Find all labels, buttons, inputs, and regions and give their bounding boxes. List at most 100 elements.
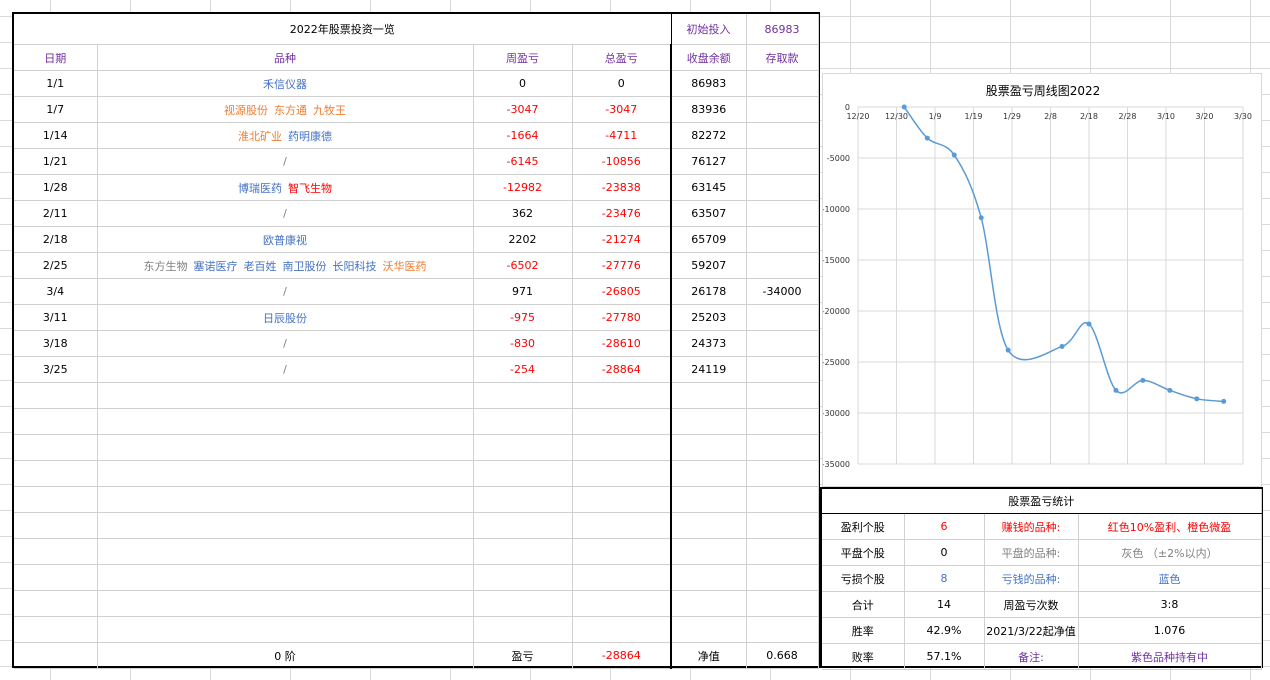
- row-balance[interactable]: 65709: [671, 226, 747, 253]
- empty-cell[interactable]: [14, 460, 98, 487]
- row-deposit[interactable]: -34000: [746, 278, 819, 305]
- stats-label[interactable]: 盈利个股: [822, 513, 905, 540]
- row-stocks[interactable]: 欧普康视: [97, 226, 474, 253]
- stats-desc[interactable]: 灰色 （±2%以内）: [1078, 539, 1262, 566]
- row-total-pl[interactable]: -27780: [572, 304, 672, 331]
- header-balance[interactable]: 收盘余额: [671, 44, 747, 71]
- empty-cell[interactable]: [473, 486, 573, 513]
- stats-desc[interactable]: 3:8: [1078, 591, 1262, 618]
- row-week-pl[interactable]: -3047: [473, 96, 573, 123]
- empty-cell[interactable]: [671, 408, 747, 435]
- summary-net-label[interactable]: 净值: [671, 642, 747, 669]
- row-balance[interactable]: 63507: [671, 200, 747, 227]
- row-deposit[interactable]: [746, 70, 819, 97]
- empty-cell[interactable]: [671, 382, 747, 409]
- row-total-pl[interactable]: -28864: [572, 356, 672, 383]
- empty-cell[interactable]: [473, 590, 573, 617]
- empty-cell[interactable]: [746, 564, 819, 591]
- empty-cell[interactable]: [14, 382, 98, 409]
- row-date[interactable]: 3/4: [14, 278, 98, 305]
- sheet-title[interactable]: 2022年股票投资一览: [14, 14, 672, 45]
- empty-cell[interactable]: [746, 434, 819, 461]
- row-date[interactable]: 1/21: [14, 148, 98, 175]
- empty-cell[interactable]: [473, 382, 573, 409]
- header-date[interactable]: 日期: [14, 44, 98, 71]
- row-stocks[interactable]: /: [97, 356, 474, 383]
- initial-investment-value[interactable]: 86983: [746, 14, 819, 45]
- stats-key[interactable]: 赚钱的品种:: [984, 513, 1079, 540]
- row-stocks[interactable]: 禾信仪器: [97, 70, 474, 97]
- row-deposit[interactable]: [746, 122, 819, 149]
- empty-cell[interactable]: [746, 460, 819, 487]
- empty-cell[interactable]: [572, 590, 672, 617]
- row-stocks[interactable]: 日辰股份: [97, 304, 474, 331]
- header-total-pl[interactable]: 总盈亏: [572, 44, 672, 71]
- empty-cell[interactable]: [97, 564, 474, 591]
- header-deposit[interactable]: 存取款: [746, 44, 819, 71]
- row-balance[interactable]: 59207: [671, 252, 747, 279]
- empty-cell[interactable]: [671, 564, 747, 591]
- empty-cell[interactable]: [671, 616, 747, 643]
- empty-cell[interactable]: [572, 564, 672, 591]
- row-total-pl[interactable]: -3047: [572, 96, 672, 123]
- empty-cell[interactable]: [97, 538, 474, 565]
- row-balance[interactable]: 86983: [671, 70, 747, 97]
- empty-cell[interactable]: [671, 486, 747, 513]
- empty-cell[interactable]: [97, 590, 474, 617]
- row-week-pl[interactable]: -254: [473, 356, 573, 383]
- empty-cell[interactable]: [746, 538, 819, 565]
- empty-cell[interactable]: [671, 512, 747, 539]
- row-week-pl[interactable]: -975: [473, 304, 573, 331]
- empty-cell[interactable]: [572, 512, 672, 539]
- empty-cell[interactable]: [746, 486, 819, 513]
- empty-cell[interactable]: [572, 460, 672, 487]
- row-total-pl[interactable]: -23476: [572, 200, 672, 227]
- empty-cell[interactable]: [473, 434, 573, 461]
- row-date[interactable]: 1/14: [14, 122, 98, 149]
- stats-desc[interactable]: 红色10%盈利、橙色微盈: [1078, 513, 1262, 540]
- row-stocks[interactable]: 淮北矿业 药明康德: [97, 122, 474, 149]
- empty-cell[interactable]: [572, 382, 672, 409]
- row-stocks[interactable]: 博瑞医药 智飞生物: [97, 174, 474, 201]
- summary-pl-label[interactable]: 盈亏: [473, 642, 573, 669]
- stats-value[interactable]: 0: [904, 539, 985, 566]
- stats-title[interactable]: 股票盈亏统计: [822, 489, 1262, 514]
- empty-cell[interactable]: [473, 564, 573, 591]
- stats-key[interactable]: 周盈亏次数: [984, 591, 1079, 618]
- row-date[interactable]: 3/18: [14, 330, 98, 357]
- row-week-pl[interactable]: 362: [473, 200, 573, 227]
- stats-value[interactable]: 42.9%: [904, 617, 985, 644]
- empty-cell[interactable]: [14, 590, 98, 617]
- empty-cell[interactable]: [671, 590, 747, 617]
- weekly-pl-chart[interactable]: 股票盈亏周线图2022 0 -5000 -10000 -15000 -20000 -250…: [822, 73, 1262, 487]
- row-deposit[interactable]: [746, 252, 819, 279]
- empty-cell[interactable]: [572, 616, 672, 643]
- row-week-pl[interactable]: 2202: [473, 226, 573, 253]
- row-date[interactable]: 2/25: [14, 252, 98, 279]
- empty-cell[interactable]: [746, 616, 819, 643]
- summary-empty-cell[interactable]: [14, 642, 98, 669]
- empty-cell[interactable]: [746, 590, 819, 617]
- row-stocks[interactable]: /: [97, 200, 474, 227]
- empty-cell[interactable]: [97, 512, 474, 539]
- empty-cell[interactable]: [473, 616, 573, 643]
- stats-value[interactable]: 8: [904, 565, 985, 592]
- row-date[interactable]: 1/1: [14, 70, 98, 97]
- summary-net-value[interactable]: 0.668: [746, 642, 819, 669]
- row-total-pl[interactable]: -27776: [572, 252, 672, 279]
- stats-key[interactable]: 平盘的品种:: [984, 539, 1079, 566]
- row-stocks[interactable]: /: [97, 330, 474, 357]
- row-date[interactable]: 3/25: [14, 356, 98, 383]
- row-deposit[interactable]: [746, 174, 819, 201]
- row-date[interactable]: 1/28: [14, 174, 98, 201]
- stats-label[interactable]: 亏损个股: [822, 565, 905, 592]
- row-week-pl[interactable]: -830: [473, 330, 573, 357]
- empty-cell[interactable]: [473, 538, 573, 565]
- row-date[interactable]: 2/11: [14, 200, 98, 227]
- row-balance[interactable]: 24373: [671, 330, 747, 357]
- row-week-pl[interactable]: -1664: [473, 122, 573, 149]
- empty-cell[interactable]: [14, 538, 98, 565]
- row-week-pl[interactable]: 0: [473, 70, 573, 97]
- empty-cell[interactable]: [14, 408, 98, 435]
- row-total-pl[interactable]: -28610: [572, 330, 672, 357]
